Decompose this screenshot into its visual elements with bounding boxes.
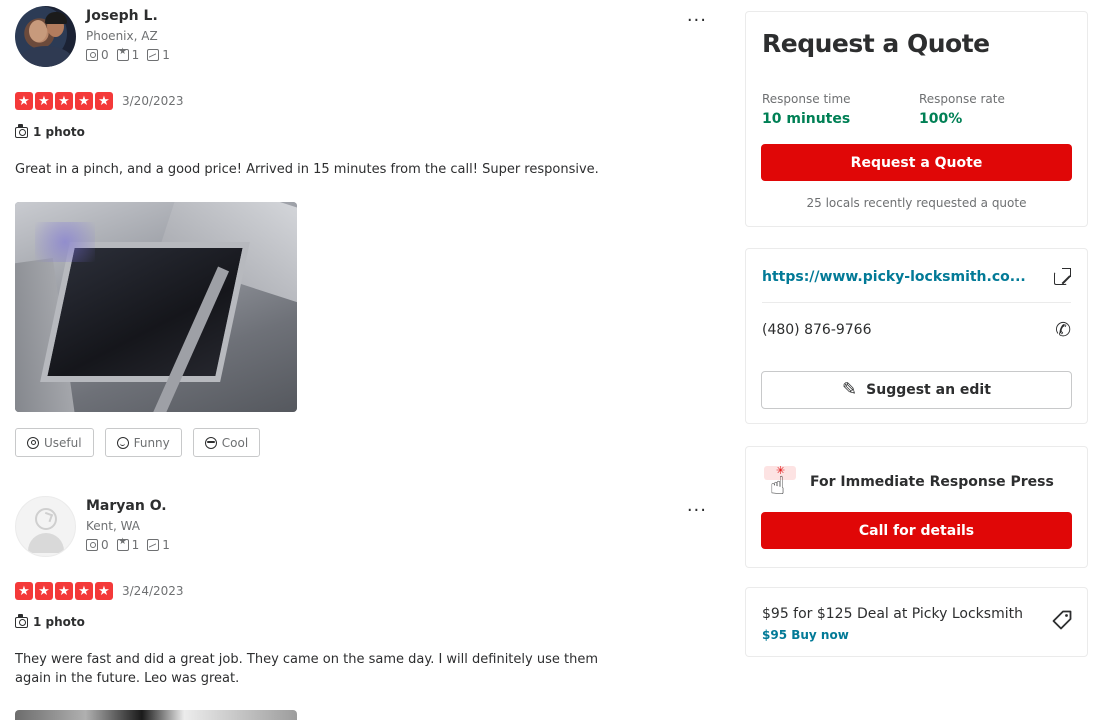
request-quote-card: Request a Quote Response time 10 minutes…: [745, 11, 1088, 227]
call-for-details-button[interactable]: Call for details: [761, 512, 1072, 549]
reviews-count: 1: [131, 538, 140, 552]
user-info: Joseph L. Phoenix, AZ 0 1 1: [86, 6, 170, 62]
star-icon: ★: [55, 582, 73, 600]
pencil-icon: ✎: [842, 379, 858, 400]
useful-icon: [27, 436, 39, 449]
immediate-response-card: ✳ ☝ For Immediate Response Press Call for…: [745, 446, 1088, 568]
more-options-button[interactable]: ···: [687, 500, 707, 521]
friends-stat: 0: [86, 538, 109, 552]
user-stats: 0 1 1: [86, 537, 170, 552]
reviews-stat: 1: [116, 537, 140, 552]
friends-icon: [86, 49, 98, 61]
star-icon: ★: [75, 582, 93, 600]
user-location: Kent, WA: [86, 519, 141, 533]
star-icon: ★: [15, 582, 33, 600]
useful-label: Useful: [44, 435, 82, 450]
response-rate-value: 100%: [919, 111, 963, 127]
star-rating: ★ ★ ★ ★ ★: [15, 92, 113, 110]
user-info: Maryan O. Kent, WA 0 1 1: [86, 496, 170, 552]
review-text: Great in a pinch, and a good price! Arri…: [15, 162, 599, 177]
photos-icon: [147, 49, 160, 61]
website-row: https://www.picky-locksmith.co...: [762, 251, 1071, 303]
camera-icon: [15, 613, 28, 628]
response-time-value: 10 minutes: [762, 111, 851, 127]
friends-count: 0: [101, 48, 109, 62]
website-link[interactable]: https://www.picky-locksmith.co...: [762, 269, 1026, 285]
user-stats: 0 1 1: [86, 47, 170, 62]
avatar[interactable]: [15, 496, 76, 557]
cool-icon: [204, 436, 217, 449]
star-icon: ★: [15, 92, 33, 110]
review-date: 3/24/2023: [122, 584, 184, 598]
phone-icon[interactable]: ✆: [1055, 320, 1071, 340]
review-text: They were fast and did a great job. They…: [15, 652, 598, 686]
star-icon: ★: [75, 92, 93, 110]
more-options-button[interactable]: ···: [687, 10, 707, 31]
reviews-icon: [116, 537, 129, 551]
quote-subtext: 25 locals recently requested a quote: [806, 196, 1027, 210]
star-icon: ★: [95, 582, 113, 600]
phone-row: (480) 876-9766 ✆: [762, 304, 1071, 356]
response-rate: Response rate 100%: [919, 92, 1005, 129]
reaction-buttons: Useful Funny Cool: [15, 428, 261, 457]
avatar[interactable]: [15, 6, 76, 67]
user-location: Phoenix, AZ: [86, 29, 158, 43]
user-name[interactable]: Joseph L.: [86, 6, 170, 26]
rating-row: ★ ★ ★ ★ ★ 3/20/2023: [15, 92, 184, 110]
photo-count-link[interactable]: 1 photo: [15, 123, 85, 139]
star-icon: ★: [35, 92, 53, 110]
external-link-icon[interactable]: [1054, 268, 1071, 285]
response-time-label: Response time: [762, 92, 851, 106]
photo-count-label: 1 photo: [33, 125, 85, 139]
review-photo[interactable]: [15, 202, 297, 412]
cool-label: Cool: [221, 435, 249, 450]
review-date: 3/20/2023: [122, 94, 184, 108]
tap-hand-icon: ✳ ☝: [762, 464, 798, 500]
star-rating: ★ ★ ★ ★ ★: [15, 582, 113, 600]
phone-number[interactable]: (480) 876-9766: [762, 322, 872, 338]
tag-icon: [1052, 610, 1072, 630]
photo-count-label: 1 photo: [33, 615, 85, 629]
user-name[interactable]: Maryan O.: [86, 496, 170, 516]
business-contact-card: https://www.picky-locksmith.co... (480) …: [745, 248, 1088, 424]
suggest-edit-button[interactable]: ✎ Suggest an edit: [761, 371, 1072, 409]
suggest-edit-label: Suggest an edit: [866, 382, 991, 398]
reviews-icon: [116, 47, 129, 61]
photos-stat: 1: [147, 48, 170, 62]
rating-row: ★ ★ ★ ★ ★ 3/24/2023: [15, 582, 184, 600]
reviews-count: 1: [131, 48, 140, 62]
immediate-response-row: ✳ ☝ For Immediate Response Press: [762, 464, 1054, 500]
deal-card[interactable]: $95 for $125 Deal at Picky Locksmith $95…: [745, 587, 1088, 657]
reviews-stat: 1: [116, 47, 140, 62]
response-time: Response time 10 minutes: [762, 92, 851, 129]
funny-icon: [116, 436, 129, 449]
response-rate-label: Response rate: [919, 92, 1005, 106]
useful-button[interactable]: Useful: [15, 428, 94, 457]
photos-icon: [147, 539, 160, 551]
photos-count: 1: [162, 48, 170, 62]
request-quote-button[interactable]: Request a Quote: [761, 144, 1072, 181]
friends-count: 0: [101, 538, 109, 552]
photos-stat: 1: [147, 538, 170, 552]
deal-title: $95 for $125 Deal at Picky Locksmith: [762, 606, 1023, 622]
quote-card-title: Request a Quote: [762, 29, 990, 58]
star-icon: ★: [95, 92, 113, 110]
funny-button[interactable]: Funny: [104, 428, 182, 457]
star-icon: ★: [35, 582, 53, 600]
immediate-response-text: For Immediate Response Press: [810, 474, 1054, 490]
cool-button[interactable]: Cool: [192, 428, 261, 457]
photo-count-link[interactable]: 1 photo: [15, 613, 85, 629]
camera-icon: [15, 123, 28, 138]
review-photo[interactable]: [15, 710, 297, 720]
funny-label: Funny: [133, 435, 170, 450]
photos-count: 1: [162, 538, 170, 552]
friends-icon: [86, 539, 98, 551]
star-icon: ★: [55, 92, 73, 110]
friends-stat: 0: [86, 48, 109, 62]
buy-now-link[interactable]: $95 Buy now: [762, 628, 849, 642]
